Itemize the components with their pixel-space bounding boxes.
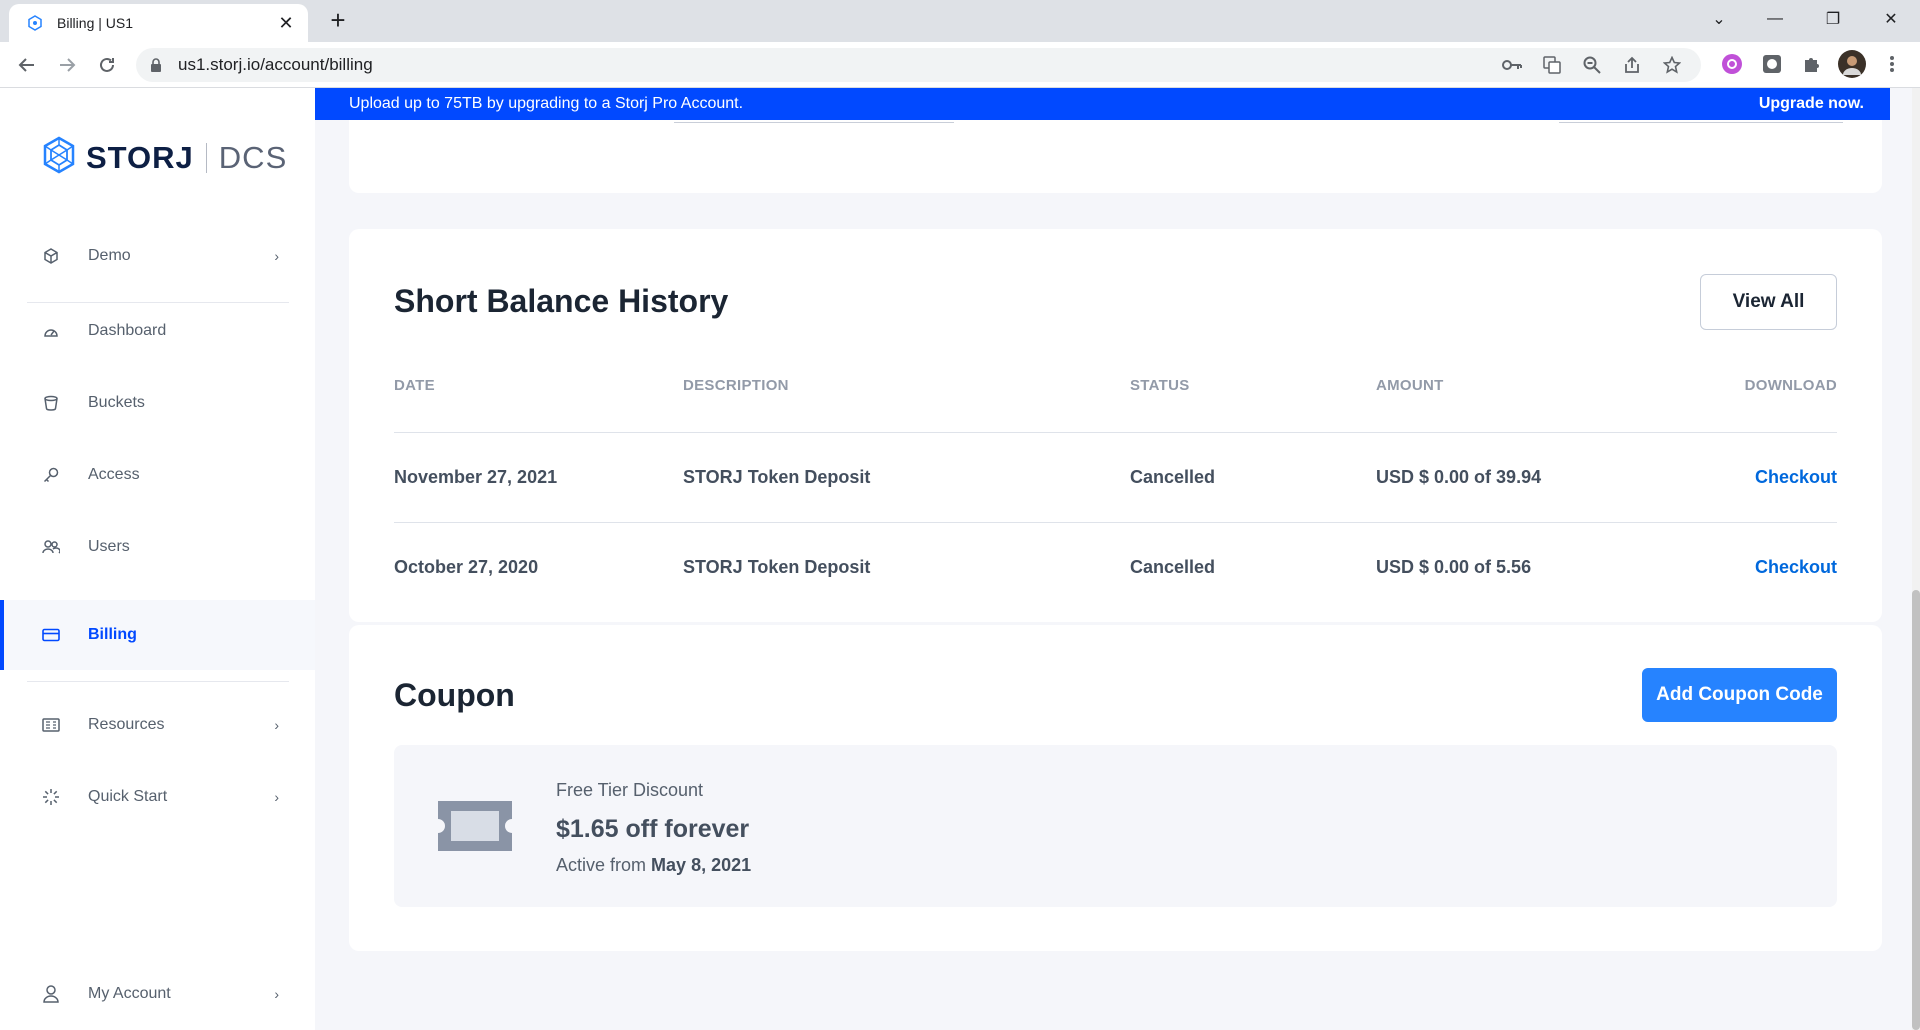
close-window-button[interactable]: ✕ — [1862, 0, 1920, 38]
ticket-icon — [438, 801, 512, 856]
page-scrollbar-thumb[interactable] — [1912, 590, 1920, 1030]
storj-favicon-icon — [25, 13, 45, 33]
sparkle-icon — [42, 788, 60, 806]
project-label: Demo — [88, 247, 131, 264]
translate-icon[interactable] — [1539, 56, 1565, 74]
upgrade-banner: Upload up to 75TB by upgrading to a Stor… — [315, 88, 1890, 120]
forward-icon[interactable] — [53, 51, 81, 79]
close-tab-icon[interactable]: ✕ — [276, 13, 296, 34]
sidebar-item-my-account[interactable]: My Account › — [0, 959, 315, 1029]
sidebar-item-label: Resources — [88, 716, 165, 733]
active-from-date: May 8, 2021 — [651, 855, 752, 875]
card-underline — [674, 122, 954, 123]
banner-message: Upload up to 75TB by upgrading to a Stor… — [349, 95, 744, 112]
sidebar-item-label: Users — [88, 538, 130, 555]
checkout-link[interactable]: Checkout — [1755, 557, 1837, 578]
storj-logo-icon — [42, 136, 76, 179]
browser-tab[interactable]: Billing | US1 ✕ — [9, 4, 308, 42]
address-bar[interactable]: us1.storj.io/account/billing — [136, 48, 1701, 82]
column-header-amount: AMOUNT — [1376, 377, 1444, 394]
upgrade-now-link[interactable]: Upgrade now. — [1759, 95, 1864, 113]
row-status: Cancelled — [1130, 557, 1216, 577]
column-header-description: DESCRIPTION — [683, 377, 789, 394]
row-status: Cancelled — [1130, 467, 1216, 487]
sidebar-item-access[interactable]: Access — [0, 440, 315, 510]
coupon-value: $1.65 off forever — [556, 815, 750, 843]
project-selector-demo[interactable]: Demo › — [0, 221, 315, 291]
sidebar-item-label: Billing — [88, 626, 137, 643]
url-text: us1.storj.io/account/billing — [178, 55, 373, 74]
share-icon[interactable] — [1619, 56, 1645, 74]
storj-dcs-logo[interactable]: STORJ DCS — [42, 136, 287, 179]
card-underline — [1559, 122, 1843, 123]
row-date: November 27, 2021 — [394, 467, 558, 487]
browser-tabstrip: Billing | US1 ✕ + ⌄ — ❐ ✕ — [0, 0, 1920, 42]
cube-icon — [42, 247, 60, 265]
key-icon — [42, 466, 60, 484]
bucket-icon — [42, 394, 60, 412]
row-amount: USD $ 0.00 of 39.94 — [1376, 467, 1542, 487]
extension-pink-icon[interactable] — [1718, 50, 1746, 78]
active-from-label: Active from — [556, 855, 647, 875]
card-icon — [42, 626, 60, 644]
back-icon[interactable] — [13, 51, 41, 79]
reload-icon[interactable] — [93, 51, 121, 79]
sidebar-item-billing[interactable]: Billing — [0, 600, 315, 670]
column-header-date: DATE — [394, 377, 435, 394]
tab-title: Billing | US1 — [57, 15, 134, 31]
minimize-button[interactable]: — — [1746, 0, 1804, 38]
browser-toolbar: us1.storj.io/account/billing — [0, 42, 1920, 88]
browser-menu-icon[interactable] — [1878, 50, 1906, 78]
brand-name: STORJ — [86, 139, 194, 175]
chevron-right-icon: › — [274, 789, 279, 805]
sidebar: STORJ DCS Demo › Dashboard Buckets Acces… — [0, 88, 315, 1030]
new-tab-button[interactable]: + — [324, 6, 352, 34]
profile-avatar-icon[interactable] — [1838, 50, 1866, 78]
logo-separator — [205, 142, 207, 173]
zoom-icon[interactable] — [1579, 56, 1605, 74]
product-name: DCS — [218, 139, 288, 175]
chevron-right-icon: › — [274, 248, 279, 264]
sidebar-item-quick-start[interactable]: Quick Start › — [0, 762, 315, 832]
users-icon — [42, 538, 60, 556]
coupon-name: Free Tier Discount — [556, 780, 704, 800]
extensions-puzzle-icon[interactable] — [1798, 50, 1826, 78]
sidebar-item-label: Dashboard — [88, 322, 167, 339]
sidebar-item-label: Buckets — [88, 394, 145, 411]
dashboard-icon — [42, 322, 60, 340]
sidebar-divider — [27, 681, 289, 682]
row-description: STORJ Token Deposit — [683, 557, 871, 577]
tab-search-icon[interactable]: ⌄ — [1690, 0, 1748, 38]
password-key-icon[interactable] — [1499, 56, 1525, 74]
sidebar-item-dashboard[interactable]: Dashboard — [0, 296, 315, 366]
coupon-details: Free Tier Discount $1.65 off forever Act… — [394, 745, 1837, 907]
add-coupon-code-button[interactable]: Add Coupon Code — [1642, 668, 1837, 722]
chevron-right-icon: › — [274, 717, 279, 733]
column-header-download: DOWNLOAD — [1744, 377, 1837, 394]
coupon-title: Coupon — [394, 677, 515, 713]
checkout-link[interactable]: Checkout — [1755, 467, 1837, 488]
row-description: STORJ Token Deposit — [683, 467, 871, 487]
sidebar-item-label: Quick Start — [88, 788, 168, 805]
row-divider — [394, 522, 1837, 523]
table-header-divider — [394, 432, 1837, 433]
sidebar-item-buckets[interactable]: Buckets — [0, 368, 315, 438]
bookmark-star-icon[interactable] — [1659, 56, 1685, 74]
sidebar-item-resources[interactable]: Resources › — [0, 690, 315, 760]
coupon-active-from: Active from May 8, 2021 — [556, 855, 751, 876]
view-all-button[interactable]: View All — [1700, 274, 1837, 330]
sidebar-item-users[interactable]: Users — [0, 512, 315, 582]
chevron-right-icon: › — [274, 986, 279, 1002]
row-amount: USD $ 0.00 of 5.56 — [1376, 557, 1532, 577]
column-header-status: STATUS — [1130, 377, 1190, 394]
resources-icon — [42, 716, 60, 734]
extension-gray-icon[interactable] — [1758, 50, 1786, 78]
sidebar-item-label: Access — [88, 466, 140, 483]
lock-icon — [150, 57, 166, 73]
balance-history-title: Short Balance History — [394, 283, 729, 319]
user-icon — [42, 985, 60, 1003]
row-date: October 27, 2020 — [394, 557, 539, 577]
restore-button[interactable]: ❐ — [1804, 0, 1862, 38]
sidebar-item-label: My Account — [88, 985, 171, 1002]
